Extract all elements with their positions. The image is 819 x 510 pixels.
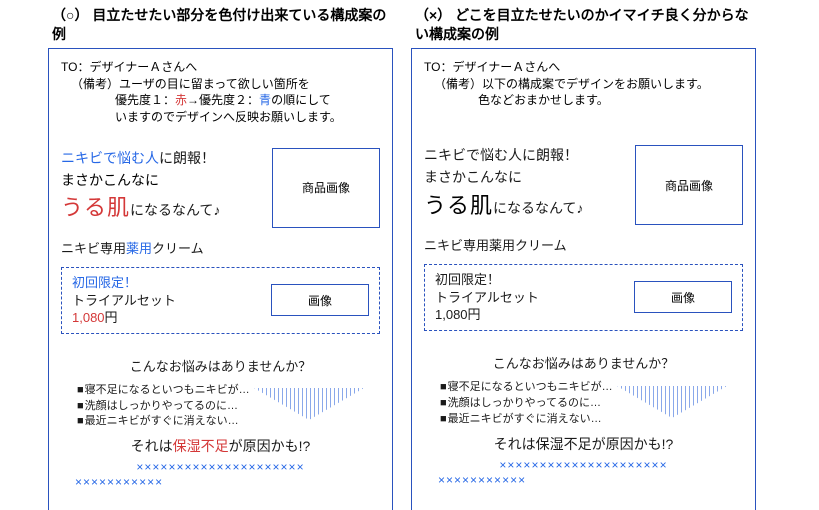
img-label: 商品画像 — [302, 179, 350, 196]
worries-q: こんなお悩みはありませんか？ — [61, 356, 380, 375]
left-title-main: 目立たせたい部分を色付け出来ている構成案の例 — [52, 7, 386, 42]
img2-label: 画像 — [308, 292, 332, 309]
answer-red: 保湿不足 — [173, 438, 229, 454]
right-headline-row: ニキビで悩む人に朗報！ まさかこんなに うる肌になるなんて♪ 商品画像 — [424, 145, 743, 225]
trial-text: 初回限定！ トライアルセット 1,080円 — [435, 271, 624, 324]
worries-list: 寝不足になるといつもニキビが… 洗顔はしっかりやってるのに… 最近ニキビがすぐに… — [77, 383, 250, 431]
trial-image-placeholder: 画像 — [271, 284, 369, 316]
right-panel: TO：デザイナーＡさんへ （備考）以下の構成案でデザインをお願いします。 色など… — [411, 48, 756, 510]
right-column: （×） どこを目立たせたいのかイマイチ良く分からない構成案の例 TO：デザイナー… — [411, 6, 756, 510]
right-headline: ニキビで悩む人に朗報！ まさかこんなに うる肌になるなんて♪ — [424, 145, 627, 225]
trial-price-num: 1,080 — [72, 310, 105, 325]
memo-label: （備考） — [434, 77, 482, 91]
memo-line3: いますのでデザインへ反映お願いします。 — [61, 109, 380, 126]
headline-l3: うる肌になるなんて♪ — [61, 191, 264, 225]
list-item: 洗顔はしっかりやってるのに… — [440, 396, 613, 412]
list-item: 寝不足になるといつもニキビが… — [440, 380, 613, 396]
list-item: 最近ニキビがすぐに消えない… — [440, 412, 613, 428]
worries-q: こんなお悩みはありませんか？ — [424, 353, 743, 372]
headline-l3-big: うる肌 — [61, 195, 130, 220]
sub-a: ニキビ専用 — [61, 241, 126, 256]
trial-l1: 初回限定！ — [435, 271, 624, 289]
product-image-placeholder: 商品画像 — [635, 145, 743, 225]
page: （○） 目立たせたい部分を色付け出来ている構成案の例 TO：デザイナーＡさんへ … — [0, 0, 819, 510]
memo-l2c: の順にして — [271, 93, 331, 107]
left-memo: TO：デザイナーＡさんへ （備考）ユーザの目に留まって欲しい箇所を 優先度１：赤… — [61, 59, 380, 126]
img-label: 商品画像 — [665, 177, 713, 194]
memo-line2: 色などおまかせします。 — [424, 92, 743, 109]
headline-l1: ニキビで悩む人に朗報！ — [424, 145, 627, 167]
left-panel: TO：デザイナーＡさんへ （備考）ユーザの目に留まって欲しい箇所を 優先度１：赤… — [48, 48, 393, 510]
trial-l1: 初回限定！ — [72, 274, 261, 292]
arrow-down-icon — [254, 388, 364, 420]
left-trial-box: 初回限定！ トライアルセット 1,080円 画像 — [61, 267, 380, 334]
right-title: （×） どこを目立たせたいのかイマイチ良く分からない構成案の例 — [411, 6, 756, 48]
product-image-placeholder: 商品画像 — [272, 148, 380, 228]
left-worries: こんなお悩みはありませんか？ 寝不足になるといつもニキビが… 洗顔はしっかりやっ… — [61, 356, 380, 491]
right-trial-box: 初回限定！ トライアルセット 1,080円 画像 — [424, 264, 743, 331]
headline-l1: ニキビで悩む人に朗報！ — [61, 148, 264, 170]
sub-blue: 薬用 — [126, 241, 152, 256]
memo-label: （備考） — [71, 77, 119, 91]
xline-1: ××××××××××××××××××××× — [61, 460, 380, 475]
headline-l3: うる肌になるなんて♪ — [424, 189, 627, 223]
list-item: 最近ニキビがすぐに消えない… — [77, 414, 250, 430]
left-title: （○） 目立たせたい部分を色付け出来ている構成案の例 — [48, 6, 393, 48]
headline-l3-big: うる肌 — [424, 193, 493, 218]
worries-list: 寝不足になるといつもニキビが… 洗顔はしっかりやってるのに… 最近ニキビがすぐに… — [440, 380, 613, 428]
xline-2: ××××××××××× — [424, 473, 743, 488]
sub-b: クリーム — [152, 241, 204, 256]
trial-price: 1,080円 — [435, 306, 624, 324]
answer-b: が原因かも!? — [229, 438, 311, 454]
trial-l2: トライアルセット — [72, 292, 261, 310]
memo-line1: （備考）ユーザの目に留まって欲しい箇所を — [61, 76, 380, 93]
memo-l2-blue: 青 — [259, 93, 271, 107]
right-title-main: どこを目立たせたいのかイマイチ良く分からない構成案の例 — [415, 7, 749, 42]
trial-price-unit: 円 — [105, 310, 118, 325]
memo-l2-red: 赤 — [175, 93, 187, 107]
list-item: 寝不足になるといつもニキビが… — [77, 383, 250, 399]
answer-a: それは — [131, 438, 173, 454]
right-answer: それは保湿不足が原因かも!? — [424, 434, 743, 454]
memo-l1: 以下の構成案でデザインをお願いします。 — [482, 77, 709, 91]
headline-l1-blue: ニキビで悩む人 — [61, 150, 159, 166]
left-title-prefix: （○） — [52, 7, 88, 23]
xline-1: ××××××××××××××××××××× — [424, 458, 743, 473]
trial-price: 1,080円 — [72, 309, 261, 327]
memo-l1a: ユーザの目に留まって欲しい箇所を — [119, 77, 310, 91]
left-column: （○） 目立たせたい部分を色付け出来ている構成案の例 TO：デザイナーＡさんへ … — [48, 6, 393, 510]
memo-l2a: 優先度１： — [115, 93, 175, 107]
left-subline: ニキビ専用薬用クリーム — [61, 238, 380, 257]
headline-l3-rest: になるなんて♪ — [493, 200, 583, 216]
trial-l2: トライアルセット — [435, 289, 624, 307]
img2-label: 画像 — [671, 289, 695, 306]
headline-l2: まさかこんなに — [61, 170, 264, 192]
trial-image-placeholder: 画像 — [634, 281, 732, 313]
right-memo: TO：デザイナーＡさんへ （備考）以下の構成案でデザインをお願いします。 色など… — [424, 59, 743, 109]
headline-l2: まさかこんなに — [424, 167, 627, 189]
headline-l1-rest: に朗報！ — [159, 150, 215, 166]
trial-text: 初回限定！ トライアルセット 1,080円 — [72, 274, 261, 327]
right-title-prefix: （×） — [415, 7, 451, 23]
memo-to: TO：デザイナーＡさんへ — [424, 59, 743, 76]
arrow-down-icon — [617, 386, 727, 418]
left-headline-row: ニキビで悩む人に朗報！ まさかこんなに うる肌になるなんて♪ 商品画像 — [61, 148, 380, 228]
memo-line1: （備考）以下の構成案でデザインをお願いします。 — [424, 76, 743, 93]
right-subline: ニキビ専用薬用クリーム — [424, 235, 743, 254]
memo-l2b: →優先度２： — [187, 93, 259, 107]
memo-to: TO：デザイナーＡさんへ — [61, 59, 380, 76]
right-worries: こんなお悩みはありませんか？ 寝不足になるといつもニキビが… 洗顔はしっかりやっ… — [424, 353, 743, 488]
xline-2: ××××××××××× — [61, 475, 380, 490]
left-answer: それは保湿不足が原因かも!? — [61, 436, 380, 456]
memo-line2: 優先度１：赤→優先度２：青の順にして — [61, 92, 380, 109]
list-item: 洗顔はしっかりやってるのに… — [77, 399, 250, 415]
left-headline: ニキビで悩む人に朗報！ まさかこんなに うる肌になるなんて♪ — [61, 148, 264, 228]
headline-l3-rest: になるなんて♪ — [130, 202, 220, 218]
